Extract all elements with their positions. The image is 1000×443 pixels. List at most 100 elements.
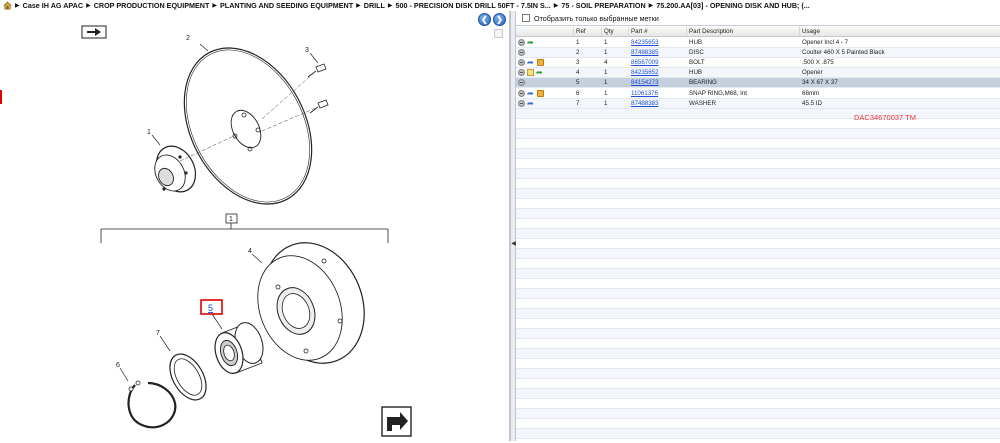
- qty-cell: 1: [604, 69, 608, 76]
- table-row-selected[interactable]: 5 1 84154273 BEARING 34 X 67 X 37: [516, 78, 1000, 88]
- description-cell: HUB: [689, 39, 703, 46]
- qty-cell: 1: [604, 49, 608, 56]
- column-header-ref[interactable]: Ref: [574, 27, 602, 36]
- opener-hub-part[interactable]: [243, 228, 382, 379]
- usage-cell: 68mm: [802, 90, 820, 97]
- part-number-link[interactable]: 84154273: [631, 79, 659, 86]
- part-number-link[interactable]: 84235653: [631, 39, 659, 46]
- part-number-cell: 87488383: [629, 99, 687, 108]
- show-selected-only-checkbox[interactable]: [522, 14, 530, 22]
- parts-list-panel: Отобразить только выбранные метки Ref Qt…: [516, 11, 1000, 441]
- part-number-cell: 11061376: [629, 89, 687, 98]
- table-row[interactable]: ➦ 1 1 84235653 HUB Opener Incl 4 - 7: [516, 38, 1000, 48]
- disc-part[interactable]: [159, 26, 338, 226]
- breadcrumb-item[interactable]: DRILL: [364, 1, 385, 10]
- breadcrumb-item[interactable]: CROP PRODUCTION EQUIPMENT: [94, 1, 210, 10]
- table-row[interactable]: ➦ 6 1 11061376 SNAP RING,M68, Int 68mm: [516, 89, 1000, 99]
- part-number-link[interactable]: 87488385: [631, 49, 659, 56]
- table-row[interactable]: ➦ 7 1 87488383 WASHER 45.5 ID: [516, 99, 1000, 109]
- table-row[interactable]: 2 1 87488385 DISC Coulter 460 X 5 Painte…: [516, 48, 1000, 58]
- remove-icon[interactable]: [518, 39, 525, 46]
- breadcrumb-item[interactable]: 75 - SOIL PREPARATION: [561, 1, 645, 10]
- remove-icon[interactable]: [518, 79, 525, 86]
- breadcrumb-separator: ▶: [86, 3, 91, 9]
- diagram-badge-icon: [81, 25, 107, 39]
- bearing-callout-link[interactable]: 5: [208, 303, 213, 313]
- table-row[interactable]: ➦ 3 4 86567009 BOLT .500 X .875: [516, 58, 1000, 68]
- bearing-callout-highlight[interactable]: 5: [200, 299, 223, 330]
- usage-cell: Opener Incl 4 - 7: [802, 39, 849, 46]
- description-cell: SNAP RING,M68, Int: [689, 90, 747, 97]
- breadcrumb-separator: ▶: [356, 3, 361, 9]
- blue-arrow-icon[interactable]: ➦: [527, 100, 535, 108]
- callout-4[interactable]: 4: [248, 248, 252, 255]
- qty-cell: 1: [604, 39, 608, 46]
- column-header-part-number[interactable]: Part #: [629, 27, 687, 36]
- part-number-link[interactable]: 84235652: [631, 69, 659, 76]
- part-number-link[interactable]: 86567009: [631, 59, 659, 66]
- remove-icon[interactable]: [518, 59, 525, 66]
- callout-3[interactable]: 3: [305, 47, 309, 54]
- breadcrumb-item[interactable]: 75.200.AA[03] - OPENING DISK AND HUB; (.…: [656, 1, 810, 10]
- next-diagram-button[interactable]: ❯: [493, 13, 506, 26]
- breadcrumb-separator: ▶: [15, 3, 20, 9]
- home-icon[interactable]: [3, 1, 12, 10]
- green-arrow-icon[interactable]: ➦: [527, 39, 535, 47]
- remove-icon[interactable]: [518, 100, 525, 107]
- column-header-description[interactable]: Part Description: [687, 27, 800, 36]
- next-diagram-icon[interactable]: [381, 406, 412, 437]
- remove-icon[interactable]: [518, 69, 525, 76]
- part-number-link[interactable]: 87488383: [631, 100, 659, 107]
- blue-arrow-icon[interactable]: ➦: [527, 59, 535, 67]
- column-header-qty[interactable]: Qty: [602, 27, 629, 36]
- qty-cell: 1: [604, 90, 608, 97]
- note-icon[interactable]: [527, 69, 534, 76]
- bearing-part[interactable]: [210, 319, 268, 377]
- previous-diagram-button[interactable]: ❮: [478, 13, 491, 26]
- part-number-link[interactable]: 11061376: [631, 90, 658, 97]
- washer-part[interactable]: [163, 348, 214, 406]
- column-header-icons: [516, 27, 574, 36]
- show-selected-only-label[interactable]: Отобразить только выбранные метки: [534, 14, 659, 23]
- description-cell: WASHER: [689, 100, 716, 107]
- remove-icon[interactable]: [518, 49, 525, 56]
- package-icon[interactable]: [537, 59, 544, 66]
- row-icons: [516, 48, 574, 57]
- ref-cell: 5: [576, 79, 580, 86]
- column-header-usage[interactable]: Usage: [800, 27, 1000, 36]
- hub-part[interactable]: [149, 134, 237, 199]
- green-arrow-icon[interactable]: ➦: [536, 69, 544, 77]
- part-number-cell: 84235653: [629, 38, 687, 47]
- snap-ring-part[interactable]: [127, 380, 177, 429]
- filter-bar: Отобразить только выбранные метки: [516, 11, 1000, 26]
- ref-cell: 4: [576, 69, 580, 76]
- usage-cell: Opener: [802, 69, 823, 76]
- remove-icon[interactable]: [518, 90, 525, 97]
- description-cell: BEARING: [689, 79, 717, 86]
- callout-7[interactable]: 7: [156, 330, 160, 337]
- breadcrumb-item[interactable]: 500 - PRECISION DISK DRILL 50FT - 7.5IN …: [396, 1, 551, 10]
- selection-marker: [0, 90, 2, 104]
- annotation-note: DAC34670037 TM: [854, 113, 916, 122]
- exploded-parts-diagram[interactable]: 5 2 3 1 1 4 7 6: [0, 11, 510, 441]
- parts-grid-body: ➦ 1 1 84235653 HUB Opener Incl 4 - 7 2 1…: [516, 38, 1000, 441]
- breadcrumb: ▶ Case IH AG APAC ▶ CROP PRODUCTION EQUI…: [0, 0, 1000, 11]
- breadcrumb-item[interactable]: PLANTING AND SEEDING EQUIPMENT: [220, 1, 353, 10]
- callout-6[interactable]: 6: [116, 362, 120, 369]
- diagram-panel: 5 2 3 1 1 4 7 6: [0, 11, 510, 441]
- package-icon[interactable]: [537, 90, 544, 97]
- blue-arrow-icon[interactable]: ➦: [527, 90, 535, 98]
- qty-cell: 1: [604, 79, 608, 86]
- callout-group[interactable]: 1: [229, 216, 233, 223]
- qty-cell: 4: [604, 59, 608, 66]
- zoom-toggle-button[interactable]: [494, 29, 503, 38]
- usage-cell: Coulter 460 X 5 Painted Black: [802, 49, 885, 56]
- table-row[interactable]: ➦ 4 1 84235652 HUB Opener: [516, 68, 1000, 78]
- description-cell: DISC: [689, 49, 704, 56]
- assembly-bracket: [100, 213, 389, 243]
- callout-2[interactable]: 2: [186, 35, 190, 42]
- usage-cell: 34 X 67 X 37: [802, 79, 838, 86]
- breadcrumb-item[interactable]: Case IH AG APAC: [23, 1, 83, 10]
- callout-1[interactable]: 1: [147, 129, 151, 136]
- part-number-cell: 84235652: [629, 68, 687, 77]
